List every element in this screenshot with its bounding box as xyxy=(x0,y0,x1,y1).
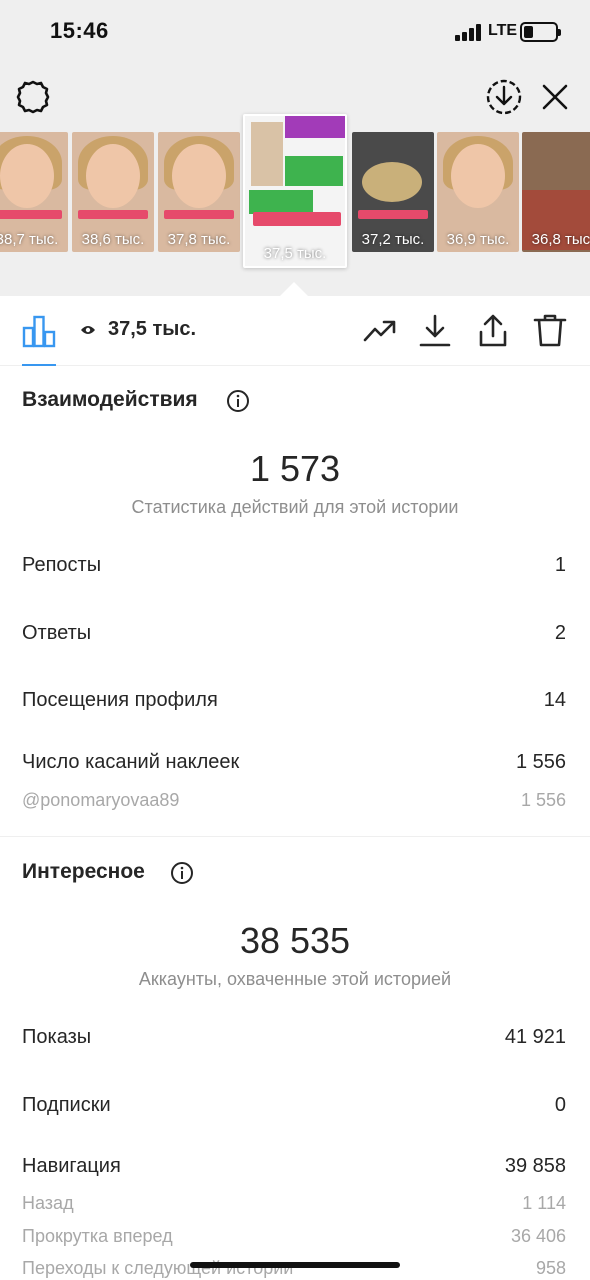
nav-label-back: Назад xyxy=(22,1193,74,1213)
story-thumbnail[interactable]: 38,6 тыс. xyxy=(72,132,154,252)
download-icon[interactable] xyxy=(417,312,453,348)
discovery-subtitle: Аккаунты, охваченные этой историей xyxy=(138,969,452,989)
battery-level xyxy=(524,26,533,38)
trash-icon[interactable] xyxy=(532,312,568,348)
views-count: 37,5 тыс. xyxy=(108,318,197,340)
stat-value-profile-visits: 14 xyxy=(543,689,566,711)
stat-value-impressions: 41 921 xyxy=(504,1026,566,1048)
stat-label-navigation: Навигация xyxy=(22,1155,121,1177)
interactions-subtitle: Статистика действий для этой истории xyxy=(131,497,459,517)
story-thumbnail-selected[interactable]: 37,5 тыс. xyxy=(243,114,347,268)
story-views: 36,9 тыс. xyxy=(446,231,510,248)
signal-icon xyxy=(455,24,483,41)
stat-label-reposts: Репосты xyxy=(22,554,102,576)
discovery-total: 38 535 xyxy=(239,920,351,961)
home-indicator[interactable] xyxy=(190,1262,400,1268)
download-circle-icon[interactable] xyxy=(485,78,523,116)
stat-label-sticker-taps: Число касаний наклеек xyxy=(22,751,240,773)
network-label: LTE xyxy=(488,22,518,39)
stat-label-follows: Подписки xyxy=(22,1094,111,1116)
story-views: 36,8 тыс. xyxy=(531,231,590,248)
stat-value-replies: 2 xyxy=(554,622,566,644)
battery-icon xyxy=(520,22,561,42)
active-tab-indicator xyxy=(22,364,56,366)
stories-carousel[interactable]: 38,7 тыс. 38,6 тыс. 37,8 тыс. 37,5 тыс. … xyxy=(0,114,590,270)
nav-label-forward: Прокрутка вперед xyxy=(22,1226,173,1246)
story-thumbnail[interactable]: 36,9 тыс. xyxy=(437,132,519,252)
nav-value-next-story: 958 xyxy=(535,1258,566,1278)
trend-up-icon[interactable] xyxy=(362,312,398,348)
status-bar: 15:46 LTE xyxy=(0,0,590,66)
story-views: 37,5 тыс. xyxy=(263,245,327,262)
sticker-mention-label[interactable]: @ponomaryovaa89 xyxy=(22,790,179,811)
story-thumbnail[interactable]: 36,8 тыс. xyxy=(522,132,590,252)
stat-value-sticker-taps: 1 556 xyxy=(515,751,566,773)
gear-icon[interactable] xyxy=(14,78,52,116)
nav-value-back: 1 114 xyxy=(522,1193,566,1213)
discovery-title: Интересное xyxy=(22,860,145,883)
info-icon[interactable] xyxy=(170,861,194,885)
story-views: 38,7 тыс. xyxy=(0,231,59,248)
stories-header: 15:46 LTE 38,7 тыс. 38,6 тыс. 37,8 тыс. … xyxy=(0,0,590,296)
eye-icon xyxy=(81,326,95,334)
sticker-mention-value: 1 556 xyxy=(520,790,566,810)
selected-pointer xyxy=(280,282,308,296)
stat-label-profile-visits: Посещения профиля xyxy=(22,689,218,711)
stat-value-reposts: 1 xyxy=(554,554,566,576)
bar-chart-icon[interactable] xyxy=(22,314,56,348)
story-thumbnail[interactable]: 38,7 тыс. xyxy=(0,132,68,252)
stat-label-impressions: Показы xyxy=(22,1026,92,1048)
insights-action-bar: 37,5 тыс. xyxy=(0,296,590,366)
story-views: 37,2 тыс. xyxy=(361,231,425,248)
share-icon[interactable] xyxy=(475,312,511,348)
stat-value-navigation: 39 858 xyxy=(504,1155,566,1177)
stat-value-follows: 0 xyxy=(554,1094,566,1116)
nav-value-forward: 36 406 xyxy=(510,1226,566,1246)
section-divider xyxy=(0,836,590,837)
interactions-title: Взаимодействия xyxy=(22,388,198,411)
story-thumbnail[interactable]: 37,2 тыс. xyxy=(352,132,434,252)
info-icon[interactable] xyxy=(226,389,250,413)
status-time: 15:46 xyxy=(50,18,109,43)
interactions-total: 1 573 xyxy=(249,448,341,489)
story-views: 38,6 тыс. xyxy=(81,231,145,248)
story-thumbnail[interactable]: 37,8 тыс. xyxy=(158,132,240,252)
close-icon[interactable] xyxy=(538,80,572,114)
stat-label-replies: Ответы xyxy=(22,622,92,644)
story-views: 37,8 тыс. xyxy=(167,231,231,248)
